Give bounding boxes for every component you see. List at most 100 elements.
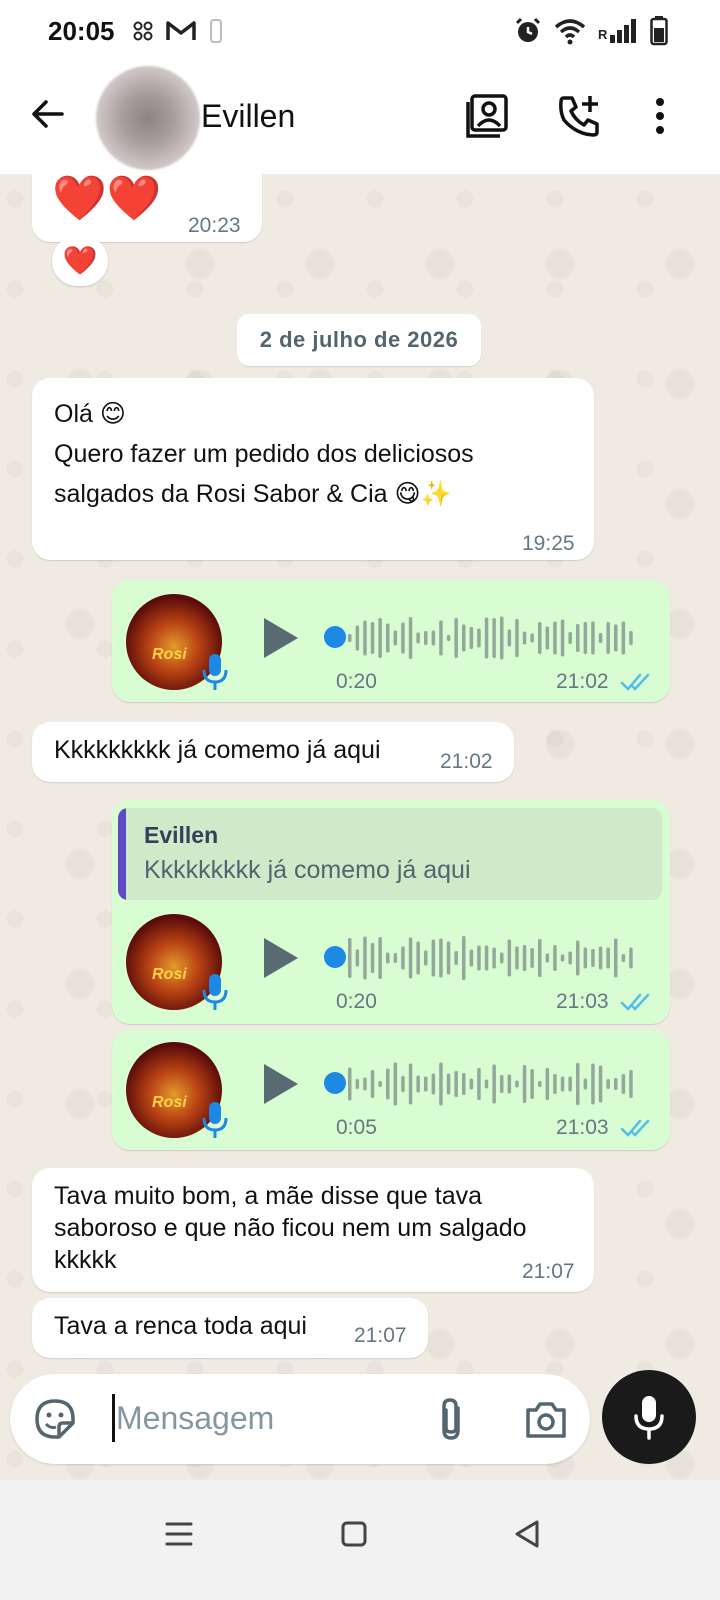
waveform-bar [408,1063,413,1105]
waveform-bar [538,622,542,654]
playback-position-dot[interactable] [324,1072,346,1094]
wifi-icon [554,19,586,45]
waveform-bar [583,1078,588,1090]
play-icon[interactable] [260,934,300,982]
message-bubble-incoming[interactable]: Tava a renca toda aqui 21:07 [32,1298,428,1358]
waveform-bar [424,631,428,645]
message-bubble-incoming[interactable]: Tava muito bom, a mãe disse que tava sab… [32,1168,594,1292]
waveform-bar [507,1074,512,1094]
waveform-bar [492,618,496,658]
system-nav-bar [0,1480,720,1600]
waveform-bar [629,631,633,645]
waveform-bar [500,616,504,660]
waveform-bar [462,936,466,980]
voice-message-bubble[interactable]: Rosi 0:05 21:03 [112,1030,670,1150]
recents-icon[interactable] [164,1520,194,1548]
waveform-bar [416,941,420,975]
waveform-bar [462,624,466,652]
waveform-bar [363,620,367,656]
waveform-bar [355,1079,360,1089]
waveform-bar [538,939,542,977]
waveform-bar [355,625,360,651]
waveform-bar [606,947,610,969]
play-icon[interactable] [260,1060,300,1108]
waveform-bar [614,624,618,652]
waveform-bar [378,618,382,658]
message-line: Tava muito bom, a mãe disse que tava [54,1182,483,1210]
waveform-bar [477,628,481,648]
status-time: 20:05 [48,16,115,46]
waveform-bar [492,947,496,969]
avatar-logo-text: Rosi [152,1094,187,1111]
voice-waveform[interactable] [344,614,644,662]
waveform-bar [522,631,527,645]
waveform-bar [484,945,489,971]
message-input[interactable]: Mensagem [116,1400,274,1437]
text-caret [112,1394,115,1442]
message-line: salgados da Rosi Sabor & Cia 😋✨ [54,480,452,508]
message-text: Tava a renca toda aqui [54,1312,307,1340]
voice-message-bubble[interactable]: Rosi 0:20 21:02 [112,580,670,702]
voice-waveform[interactable] [344,1060,644,1108]
voice-player[interactable]: Rosi 0:20 21:03 [112,902,670,1024]
mic-badge-icon [202,1102,228,1138]
waveform-bar [583,947,588,969]
quoted-text: Kkkkkkkkk já comemo já aqui [144,856,471,884]
sticker-icon[interactable] [34,1398,76,1440]
waveform-bar [370,1070,375,1098]
waveform-bar [348,634,352,642]
message-reaction[interactable]: ❤️ [52,236,108,286]
play-icon[interactable] [260,614,300,662]
message-bubble-incoming[interactable]: Kkkkkkkkk já comemo já aqui 21:02 [32,722,514,782]
message-time: 21:07 [522,1260,575,1283]
waveform-bar [545,626,550,650]
contact-card-icon[interactable] [464,92,512,140]
quoted-message[interactable]: Evillen Kkkkkkkkk já comemo já aqui [118,808,662,900]
waveform-bar [598,633,603,643]
reaction-emoji: ❤️ [62,245,98,276]
waveform-bar [598,1065,603,1103]
camera-icon[interactable] [524,1400,568,1440]
back-icon[interactable] [512,1518,542,1550]
waveform-bar [378,937,382,979]
waveform-bar [469,627,474,649]
contact-avatar[interactable] [96,66,200,170]
message-time: 19:25 [522,532,575,555]
sim-icon [133,21,153,41]
waveform-bar [386,623,390,653]
quoted-sender: Evillen [144,822,219,848]
waveform-bar [606,1079,610,1089]
waveform-bar [507,939,512,977]
chat-area[interactable]: ❤️❤️ 20:23 ❤️ 2 de julho de 2026 Olá 😊 Q… [0,174,720,1500]
attach-icon[interactable] [434,1396,468,1442]
playback-position-dot[interactable] [324,946,346,968]
voice-waveform[interactable] [344,934,644,982]
waveform-bar [545,1068,550,1100]
quote-accent-bar [118,808,126,900]
waveform-bar [363,936,367,980]
add-call-icon[interactable] [556,92,604,140]
waveform-bar [348,938,352,978]
waveform-bar [416,1075,420,1093]
playback-position-dot[interactable] [324,626,346,648]
more-vert-icon[interactable] [640,92,680,140]
waveform-bar [439,1062,443,1106]
message-bubble-hearts[interactable]: ❤️❤️ 20:23 [32,174,262,242]
waveform-bar [439,620,443,656]
waveform-bar [560,1076,565,1092]
waveform-bar [484,1079,489,1089]
message-text: Kkkkkkkkk já comemo já aqui [54,736,381,764]
message-line: Olá 😊 [54,400,126,428]
message-bubble-incoming[interactable]: Olá 😊 Quero fazer um pedido dos delicios… [32,378,594,560]
waveform-bar [576,940,580,976]
back-arrow-icon[interactable] [28,94,68,134]
message-composer[interactable]: Mensagem [10,1374,590,1464]
home-icon[interactable] [340,1520,368,1548]
waveform-bar [583,622,588,654]
voice-record-button[interactable] [602,1370,696,1464]
waveform-bar [469,949,474,967]
read-ticks-icon [620,673,650,691]
waveform-bar [568,632,572,644]
contact-name[interactable]: Evillen [201,98,295,135]
date-chip: 2 de julho de 2026 [237,314,481,366]
